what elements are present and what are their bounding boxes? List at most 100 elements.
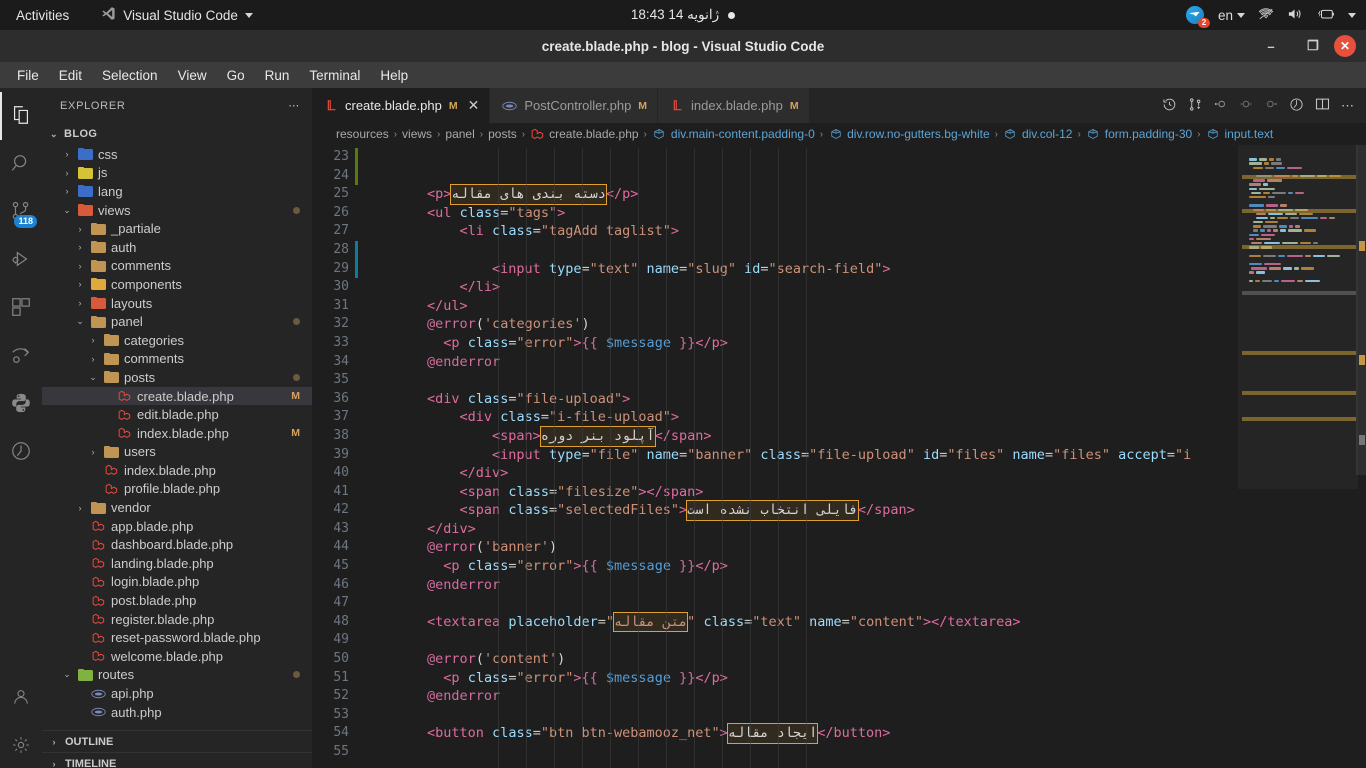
tree-file-dashboard.blade.php[interactable]: ›dashboard.blade.php: [42, 535, 312, 554]
tree-folder-layouts[interactable]: › layouts: [42, 294, 312, 313]
breadcrumb-item-div.col-12[interactable]: div.col-12: [1003, 127, 1072, 141]
wifi-icon[interactable]: [1258, 7, 1274, 24]
activity-timeline[interactable]: [0, 428, 42, 476]
tree-folder-_partiale[interactable]: › _partiale: [42, 219, 312, 238]
code-line[interactable]: <p>دسته بندی های مقاله</p>: [358, 185, 1238, 204]
code-line[interactable]: <p class="error">{{ $message }}</p>: [358, 557, 1238, 576]
tab-index-blade-php[interactable]: 𝕃 index.blade.php M: [658, 88, 810, 123]
tree-folder-routes[interactable]: ⌄ routes: [42, 666, 312, 685]
keyboard-layout-indicator[interactable]: en: [1218, 8, 1245, 23]
activity-python[interactable]: [0, 380, 42, 428]
sidebar-more-icon[interactable]: ⋯: [288, 99, 300, 112]
clock[interactable]: 18:43 14 ژانویه: [553, 7, 813, 23]
tree-folder-auth[interactable]: › auth: [42, 238, 312, 257]
code-line[interactable]: @enderror: [358, 576, 1238, 595]
maximize-button[interactable]: ❐: [1292, 30, 1334, 62]
code-line[interactable]: <div class="file-upload">: [358, 390, 1238, 409]
tree-file-register.blade.php[interactable]: ›register.blade.php: [42, 610, 312, 629]
menu-help[interactable]: Help: [371, 65, 417, 86]
minimize-button[interactable]: –: [1250, 30, 1292, 62]
activity-explorer[interactable]: [0, 92, 42, 140]
app-menu-button[interactable]: Visual Studio Code: [101, 6, 253, 24]
tree-file-login.blade.php[interactable]: ›login.blade.php: [42, 573, 312, 592]
code-line[interactable]: @enderror: [358, 353, 1238, 372]
timeline-history-icon[interactable]: [1162, 97, 1177, 115]
menu-terminal[interactable]: Terminal: [300, 65, 369, 86]
code-line[interactable]: <p class="error">{{ $message }}</p>: [358, 669, 1238, 688]
breadcrumb-item-div.row.no-gutters.bg-white[interactable]: div.row.no-gutters.bg-white: [828, 127, 990, 141]
code-line[interactable]: <ul class="tags">: [358, 204, 1238, 223]
tree-file-create.blade.php[interactable]: ›create.blade.phpM: [42, 387, 312, 406]
tree-folder-users[interactable]: › users: [42, 443, 312, 462]
tree-file-edit.blade.php[interactable]: ›edit.blade.php: [42, 405, 312, 424]
code-line[interactable]: @enderror: [358, 687, 1238, 706]
tree-folder-categories[interactable]: › categories: [42, 331, 312, 350]
close-icon[interactable]: ✕: [468, 97, 480, 114]
activity-settings[interactable]: [0, 722, 42, 768]
code-line[interactable]: [358, 631, 1238, 650]
tree-folder-posts[interactable]: ⌄ posts: [42, 368, 312, 387]
menu-go[interactable]: Go: [218, 65, 254, 86]
code-line[interactable]: [358, 167, 1238, 186]
activity-accounts[interactable]: [0, 674, 42, 722]
tree-file-profile.blade.php[interactable]: ›profile.blade.php: [42, 480, 312, 499]
tree-file-api.php[interactable]: ›api.php: [42, 684, 312, 703]
code-line[interactable]: [358, 148, 1238, 167]
tree-folder-views[interactable]: ⌄ views: [42, 201, 312, 220]
code-line[interactable]: [358, 743, 1238, 762]
workspace-root-row[interactable]: ⌄ BLOG: [42, 123, 312, 145]
editor-scrollbar-thumb[interactable]: [1356, 145, 1366, 475]
minimap[interactable]: [1238, 145, 1366, 768]
tree-folder-vendor[interactable]: › vendor: [42, 498, 312, 517]
previous-change-icon[interactable]: [1214, 98, 1228, 113]
code-line[interactable]: <p class="error">{{ $message }}</p>: [358, 334, 1238, 353]
breadcrumb-item-create.blade.php[interactable]: create.blade.php: [530, 127, 638, 141]
activities-button[interactable]: Activities: [10, 6, 75, 25]
code-line[interactable]: <span>آپلود بنر دوره</span>: [358, 427, 1238, 446]
menu-edit[interactable]: Edit: [50, 65, 91, 86]
breadcrumb-item-resources[interactable]: resources: [336, 127, 389, 141]
code-line[interactable]: [358, 371, 1238, 390]
breadcrumb-item-panel[interactable]: panel: [445, 127, 474, 141]
activity-source-control[interactable]: 118: [0, 188, 42, 236]
blame-icon[interactable]: [1289, 97, 1304, 115]
tree-folder-panel[interactable]: ⌄ panel: [42, 312, 312, 331]
tree-folder-css[interactable]: › css: [42, 145, 312, 164]
tree-file-post.blade.php[interactable]: ›post.blade.php: [42, 591, 312, 610]
breadcrumb-item-div.main-content.padding-0[interactable]: div.main-content.padding-0: [652, 127, 815, 141]
chevron-down-icon[interactable]: [1348, 13, 1356, 18]
volume-icon[interactable]: [1287, 7, 1304, 24]
tree-file-auth.php[interactable]: ›auth.php: [42, 703, 312, 722]
split-editor-icon[interactable]: [1315, 97, 1330, 114]
tree-file-welcome.blade.php[interactable]: ›welcome.blade.php: [42, 647, 312, 666]
tree-file-index.blade.php[interactable]: ›index.blade.phpM: [42, 424, 312, 443]
code-line[interactable]: <input type="file" name="banner" class="…: [358, 446, 1238, 465]
activity-search[interactable]: [0, 140, 42, 188]
code-line[interactable]: </div>: [358, 464, 1238, 483]
battery-icon[interactable]: [1317, 7, 1335, 24]
code-line[interactable]: [358, 706, 1238, 725]
activity-live-share[interactable]: [0, 332, 42, 380]
tab-create-blade-php[interactable]: 𝕃 create.blade.php M ✕: [312, 88, 490, 123]
telegram-icon[interactable]: 2: [1186, 6, 1205, 25]
breadcrumb-item-input.text[interactable]: input.text: [1206, 127, 1274, 141]
tree-file-reset-password.blade.php[interactable]: ›reset-password.blade.php: [42, 628, 312, 647]
code-line[interactable]: <textarea placeholder="متن مقاله" class=…: [358, 613, 1238, 632]
tab-postcontroller-php[interactable]: PostController.php M: [490, 88, 658, 123]
breadcrumb-item-form.padding-30[interactable]: form.padding-30: [1086, 127, 1192, 141]
code-line[interactable]: </li>: [358, 278, 1238, 297]
code-line[interactable]: <li class="tagAdd taglist">: [358, 222, 1238, 241]
menu-selection[interactable]: Selection: [93, 65, 167, 86]
code-line[interactable]: <div class="i-file-upload">: [358, 408, 1238, 427]
next-change-icon[interactable]: [1264, 98, 1278, 113]
activity-run-debug[interactable]: [0, 236, 42, 284]
tree-folder-js[interactable]: › js: [42, 164, 312, 183]
tree-folder-comments[interactable]: › comments: [42, 350, 312, 369]
code-line[interactable]: <input type="text" name="slug" id="searc…: [358, 260, 1238, 279]
code-line[interactable]: @error('content'): [358, 650, 1238, 669]
close-button[interactable]: ✕: [1334, 35, 1356, 57]
tree-file-index.blade.php[interactable]: ›index.blade.php: [42, 461, 312, 480]
tree-folder-components[interactable]: › components: [42, 275, 312, 294]
code-line[interactable]: [358, 594, 1238, 613]
code-editor[interactable]: 23 24 25 26 27 28 29 30 31 32 33 34 35 36 37 38 39 40 41 42…: [312, 145, 1366, 768]
